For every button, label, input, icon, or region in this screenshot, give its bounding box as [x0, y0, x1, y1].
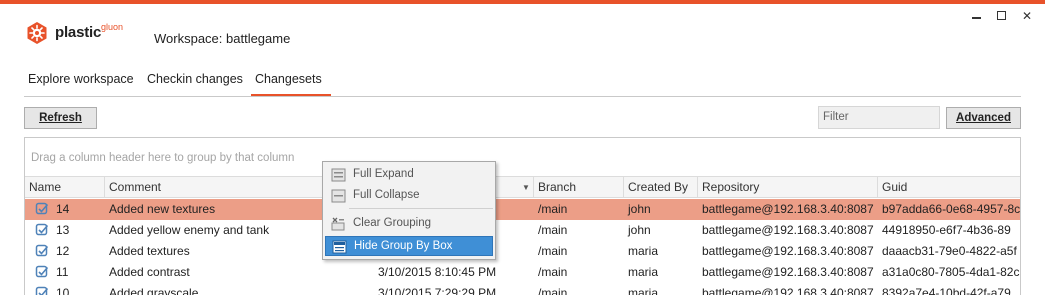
changeset-icon	[35, 244, 49, 257]
changeset-name: 11	[56, 265, 69, 279]
refresh-button[interactable]: Refresh	[24, 107, 97, 129]
menu-separator	[349, 208, 493, 209]
tab-checkin-changes[interactable]: Checkin changes	[147, 72, 243, 86]
table-row[interactable]: 10 Added grayscale 3/10/2015 7:29:29 PM …	[25, 283, 1020, 295]
grid-header: Name Comment ▼ Branch Created By Reposit…	[25, 176, 1020, 198]
changeset-created-by: maria	[628, 286, 659, 295]
changeset-name: 12	[56, 244, 70, 258]
advanced-button[interactable]: Advanced	[946, 107, 1021, 129]
expand-icon	[331, 168, 346, 182]
changeset-guid: 44918950-e6f7-4b36-89	[882, 223, 1011, 237]
close-button[interactable]: ✕	[1018, 8, 1036, 24]
filter-input[interactable]: Filter	[818, 106, 940, 129]
clear-grouping-icon	[331, 217, 345, 231]
workspace-title: Workspace: battlegame	[154, 31, 291, 46]
table-row[interactable]: 13 Added yellow enemy and tank /main joh…	[25, 220, 1020, 241]
grid-context-menu: Full Expand Full Collapse Clear Grouping…	[322, 161, 496, 260]
changeset-branch: /main	[538, 223, 568, 237]
changeset-created-by: john	[628, 223, 651, 237]
changeset-icon	[35, 265, 49, 278]
hide-group-box-icon	[332, 240, 347, 254]
changeset-created-by: maria	[628, 244, 659, 258]
menu-item-label: Full Collapse	[353, 189, 420, 201]
changesets-grid: Drag a column header here to group by th…	[24, 137, 1021, 295]
menu-item-label: Full Expand	[353, 168, 414, 180]
table-row[interactable]: 12 Added textures /main maria battlegame…	[25, 241, 1020, 262]
tab-changesets[interactable]: Changesets	[255, 72, 322, 86]
menu-item-full-expand[interactable]: Full Expand	[325, 165, 493, 185]
changeset-repository: battlegame@192.168.3.40:8087	[702, 202, 874, 216]
advanced-button-label: Advanced	[956, 112, 1011, 124]
table-row[interactable]: 14 Added new textures /main john battleg…	[25, 199, 1021, 220]
changeset-repository: battlegame@192.168.3.40:8087	[702, 244, 874, 258]
changeset-created-by: john	[628, 202, 651, 216]
changeset-name: 10	[56, 286, 70, 295]
minimize-icon	[972, 17, 981, 19]
refresh-button-label: Refresh	[39, 112, 82, 124]
brand-name: plastic	[55, 24, 102, 41]
plastic-logo-icon	[27, 22, 47, 44]
changeset-repository: battlegame@192.168.3.40:8087	[702, 223, 874, 237]
minimize-button[interactable]	[968, 8, 986, 24]
changeset-branch: /main	[538, 244, 568, 258]
window-accent-bar	[0, 0, 1045, 4]
changeset-branch: /main	[538, 202, 568, 216]
changeset-icon	[35, 286, 49, 295]
tab-explore-workspace[interactable]: Explore workspace	[28, 72, 134, 86]
changeset-date: 3/10/2015 7:29:29 PM	[378, 286, 497, 295]
changeset-comment: Added grayscale	[109, 286, 199, 295]
changeset-guid: 8392a7e4-10bd-42f-a79	[882, 286, 1011, 295]
sort-descending-icon: ▼	[522, 183, 530, 192]
tabs-divider	[24, 96, 1021, 97]
changeset-guid: daaacb31-79e0-4822-a5f	[882, 244, 1017, 258]
changeset-icon	[35, 202, 49, 215]
brand-subtitle: gluon	[101, 22, 124, 32]
menu-item-label: Clear Grouping	[353, 217, 431, 229]
changeset-branch: /main	[538, 286, 568, 295]
column-header-name[interactable]: Name	[25, 177, 105, 197]
changeset-name: 14	[56, 202, 70, 216]
changeset-date: 3/10/2015 8:10:45 PM	[378, 265, 497, 279]
changeset-branch: /main	[538, 265, 568, 279]
changeset-repository: battlegame@192.168.3.40:8087	[702, 286, 874, 295]
changeset-name: 13	[56, 223, 70, 237]
maximize-icon	[997, 11, 1006, 20]
menu-item-hide-group-by-box[interactable]: Hide Group By Box	[325, 236, 493, 256]
changeset-created-by: maria	[628, 265, 659, 279]
column-header-branch[interactable]: Branch	[534, 177, 624, 197]
changeset-repository: battlegame@192.168.3.40:8087	[702, 265, 874, 279]
table-row[interactable]: 11 Added contrast 3/10/2015 8:10:45 PM /…	[25, 262, 1020, 283]
group-by-box[interactable]: Drag a column header here to group by th…	[31, 152, 294, 164]
column-header-repository[interactable]: Repository	[698, 177, 878, 197]
changeset-guid: b97adda66-0e68-4957-8c	[882, 202, 1021, 216]
changeset-comment: Added contrast	[109, 265, 190, 279]
maximize-button[interactable]	[993, 8, 1011, 24]
column-header-created-by[interactable]: Created By	[624, 177, 698, 197]
menu-item-label: Hide Group By Box	[354, 240, 453, 252]
menu-item-clear-grouping[interactable]: Clear Grouping	[325, 214, 493, 234]
menu-item-full-collapse[interactable]: Full Collapse	[325, 186, 493, 206]
column-header-guid[interactable]: Guid	[878, 177, 1020, 197]
changeset-icon	[35, 223, 49, 236]
changeset-guid: a31a0c80-7805-4da1-82c	[882, 265, 1020, 279]
collapse-icon	[331, 189, 346, 203]
